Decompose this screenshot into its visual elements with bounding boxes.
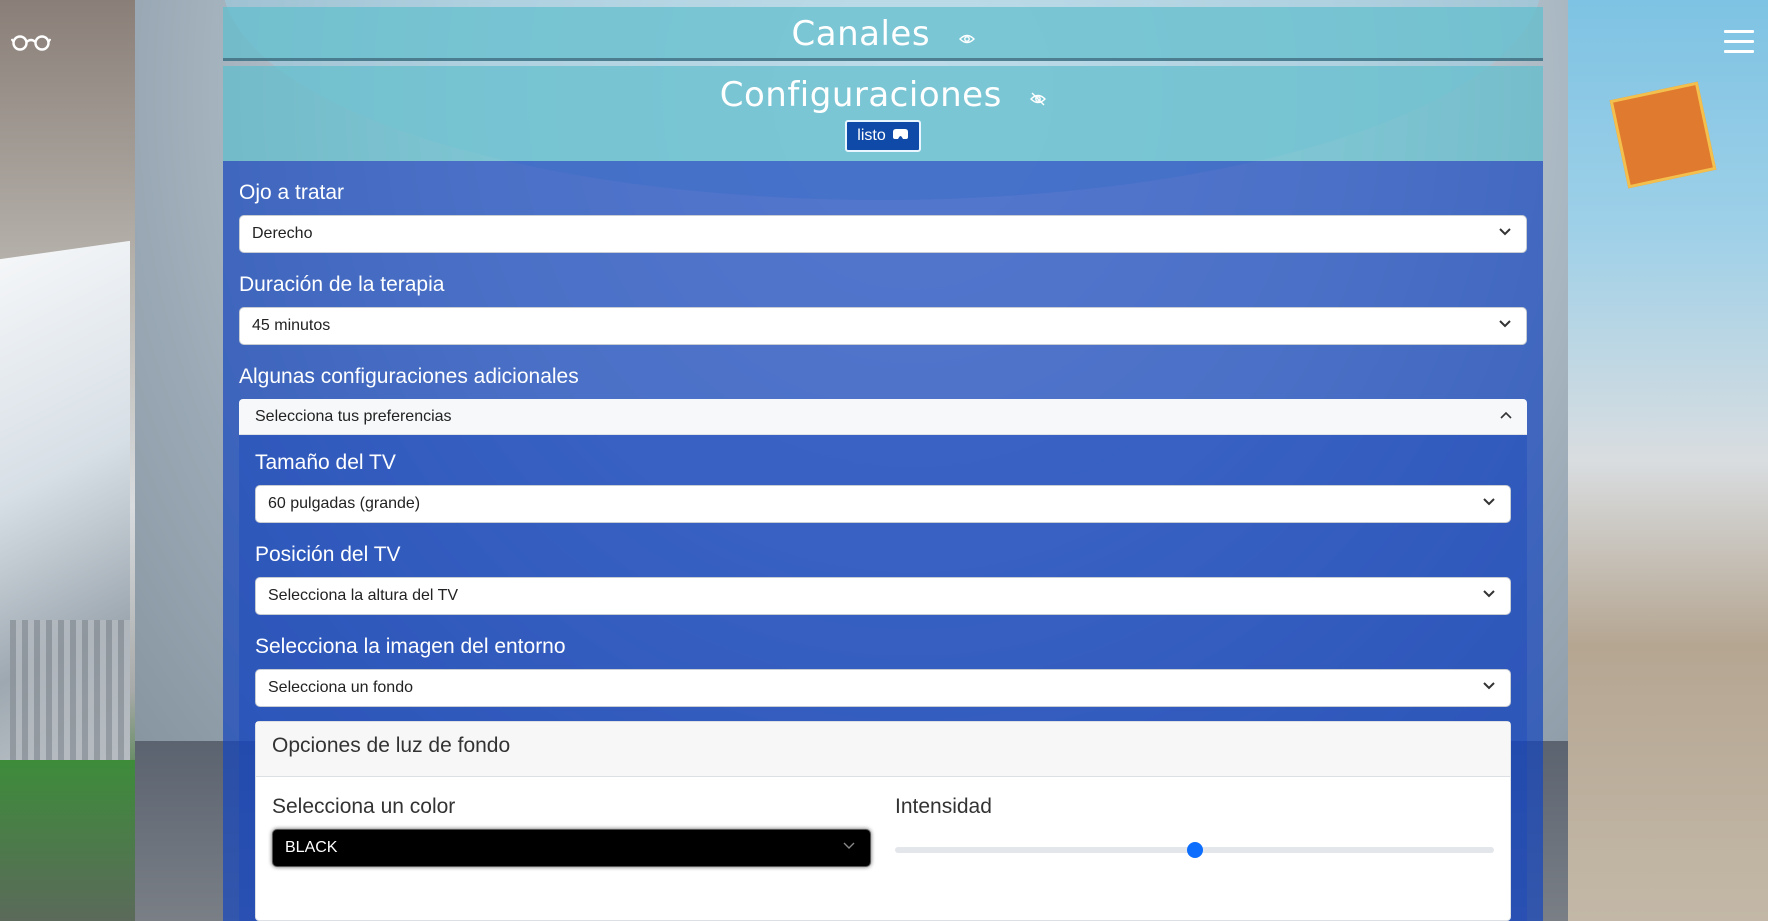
channels-title: Canales — [791, 14, 931, 54]
color-select[interactable]: BLACK — [272, 829, 871, 867]
intensity-label: Intensidad — [895, 795, 992, 818]
chevron-down-icon — [1483, 590, 1495, 598]
tv-position-label: Posición del TV — [255, 543, 401, 566]
configuration-title: Configuraciones — [719, 75, 1002, 115]
settings-form: Ojo a tratar Derecho Duración de la tera… — [223, 161, 1543, 921]
additional-settings-label: Algunas configuraciones adicionales — [239, 365, 579, 388]
chevron-down-icon — [1483, 498, 1495, 506]
tv-size-select[interactable]: 60 pulgadas (grande) — [255, 485, 1511, 523]
backlight-options-title: Opciones de luz de fondo — [256, 722, 1510, 777]
eye-to-treat-value: Derecho — [252, 225, 313, 242]
done-button-label: listo — [857, 127, 886, 144]
hamburger-menu-icon[interactable] — [1724, 30, 1754, 56]
therapy-duration-value: 45 minutos — [252, 317, 331, 334]
environment-image-select[interactable]: Selecciona un fondo — [255, 669, 1511, 707]
tv-size-label: Tamaño del TV — [255, 451, 396, 474]
environment-image-label: Selecciona la imagen del entorno — [255, 635, 566, 658]
eye-icon[interactable] — [958, 32, 975, 50]
eye-slash-icon[interactable] — [1030, 92, 1047, 111]
glasses-icon[interactable] — [10, 30, 52, 54]
tv-size-value: 60 pulgadas (grande) — [268, 495, 421, 512]
preferences-accordion-body: Tamaño del TV 60 pulgadas (grande) Posic… — [239, 435, 1527, 921]
chevron-down-icon — [843, 842, 855, 849]
chevron-up-icon — [1500, 411, 1512, 419]
chevron-down-icon — [1483, 682, 1495, 690]
tv-position-select[interactable]: Selecciona la altura del TV — [255, 577, 1511, 615]
therapy-duration-label: Duración de la terapia — [239, 273, 445, 296]
preferences-accordion-title: Selecciona tus preferencias — [255, 408, 452, 425]
settings-panel: Canales Configuraciones listo Ojo a trat… — [223, 7, 1543, 921]
chevron-down-icon — [1499, 228, 1511, 236]
vr-headset-icon — [892, 127, 909, 145]
channels-bar[interactable]: Canales — [223, 7, 1543, 61]
intensity-slider-thumb[interactable] — [1186, 842, 1203, 858]
chevron-down-icon — [1499, 320, 1511, 328]
tv-position-value: Selecciona la altura del TV — [268, 587, 459, 604]
eye-to-treat-select[interactable]: Derecho — [239, 215, 1527, 253]
done-button[interactable]: listo — [845, 120, 921, 152]
eye-to-treat-label: Ojo a tratar — [239, 181, 345, 204]
therapy-duration-select[interactable]: 45 minutos — [239, 307, 1527, 345]
backlight-options-card: Opciones de luz de fondo Selecciona un c… — [255, 721, 1511, 921]
environment-image-value: Selecciona un fondo — [268, 679, 413, 696]
preferences-accordion-toggle[interactable]: Selecciona tus preferencias — [239, 399, 1527, 435]
configuration-bar: Configuraciones listo — [223, 66, 1543, 161]
color-value: BLACK — [285, 839, 338, 856]
color-label: Selecciona un color — [272, 795, 456, 818]
intensity-slider[interactable] — [895, 829, 1494, 867]
